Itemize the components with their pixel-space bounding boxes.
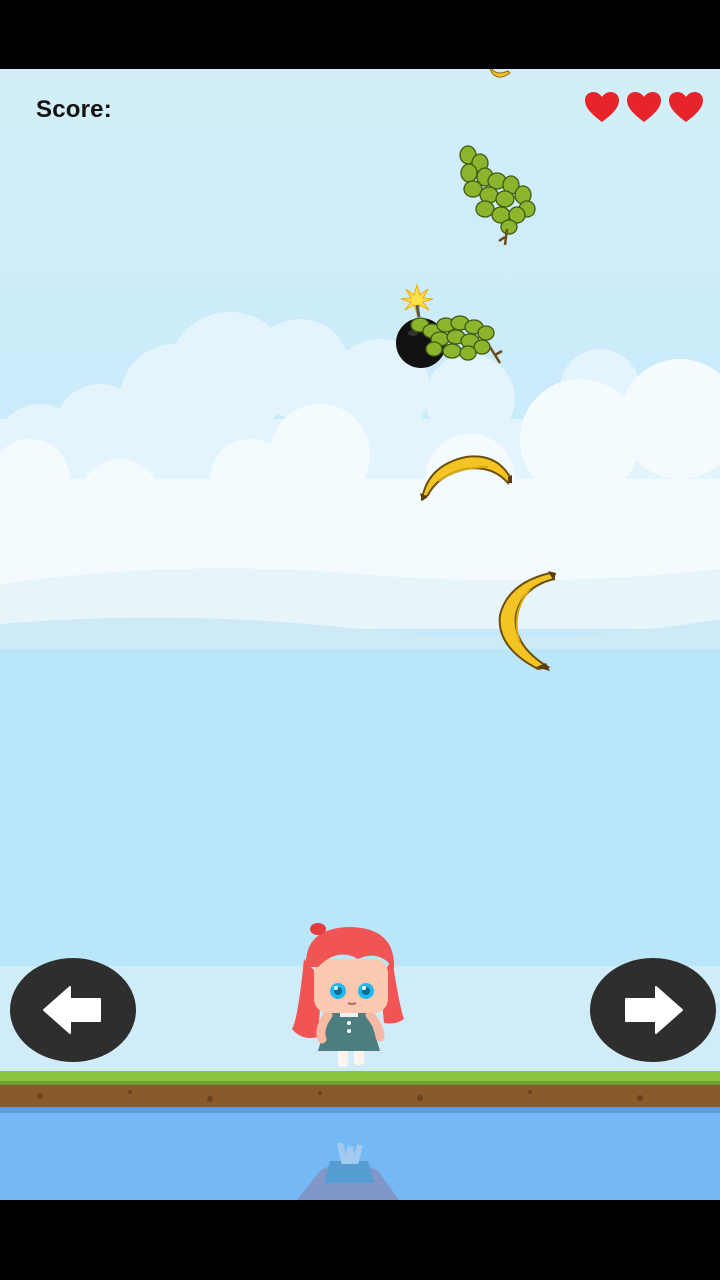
player-character (292, 923, 404, 1067)
score-display: Score: (36, 96, 124, 124)
heart-icon (669, 92, 703, 122)
banana-icon (498, 571, 556, 671)
score-label: Score: (36, 96, 112, 123)
heart-icon (627, 92, 661, 122)
player-reflection (296, 1143, 400, 1200)
lives-indicator (584, 91, 704, 123)
grapes-icon (410, 315, 503, 364)
banana-icon (489, 69, 511, 78)
arrow-right-icon (625, 986, 683, 1034)
status-bar-top (0, 0, 720, 69)
banana-icon (420, 455, 512, 502)
game-canvas[interactable]: Score: (0, 69, 720, 1200)
move-left-button[interactable] (10, 958, 136, 1062)
heart-icon (585, 92, 619, 122)
arrow-left-icon (43, 986, 101, 1034)
grapes-icon (459, 145, 536, 246)
move-right-button[interactable] (590, 958, 716, 1062)
status-bar-bottom (0, 1200, 720, 1280)
